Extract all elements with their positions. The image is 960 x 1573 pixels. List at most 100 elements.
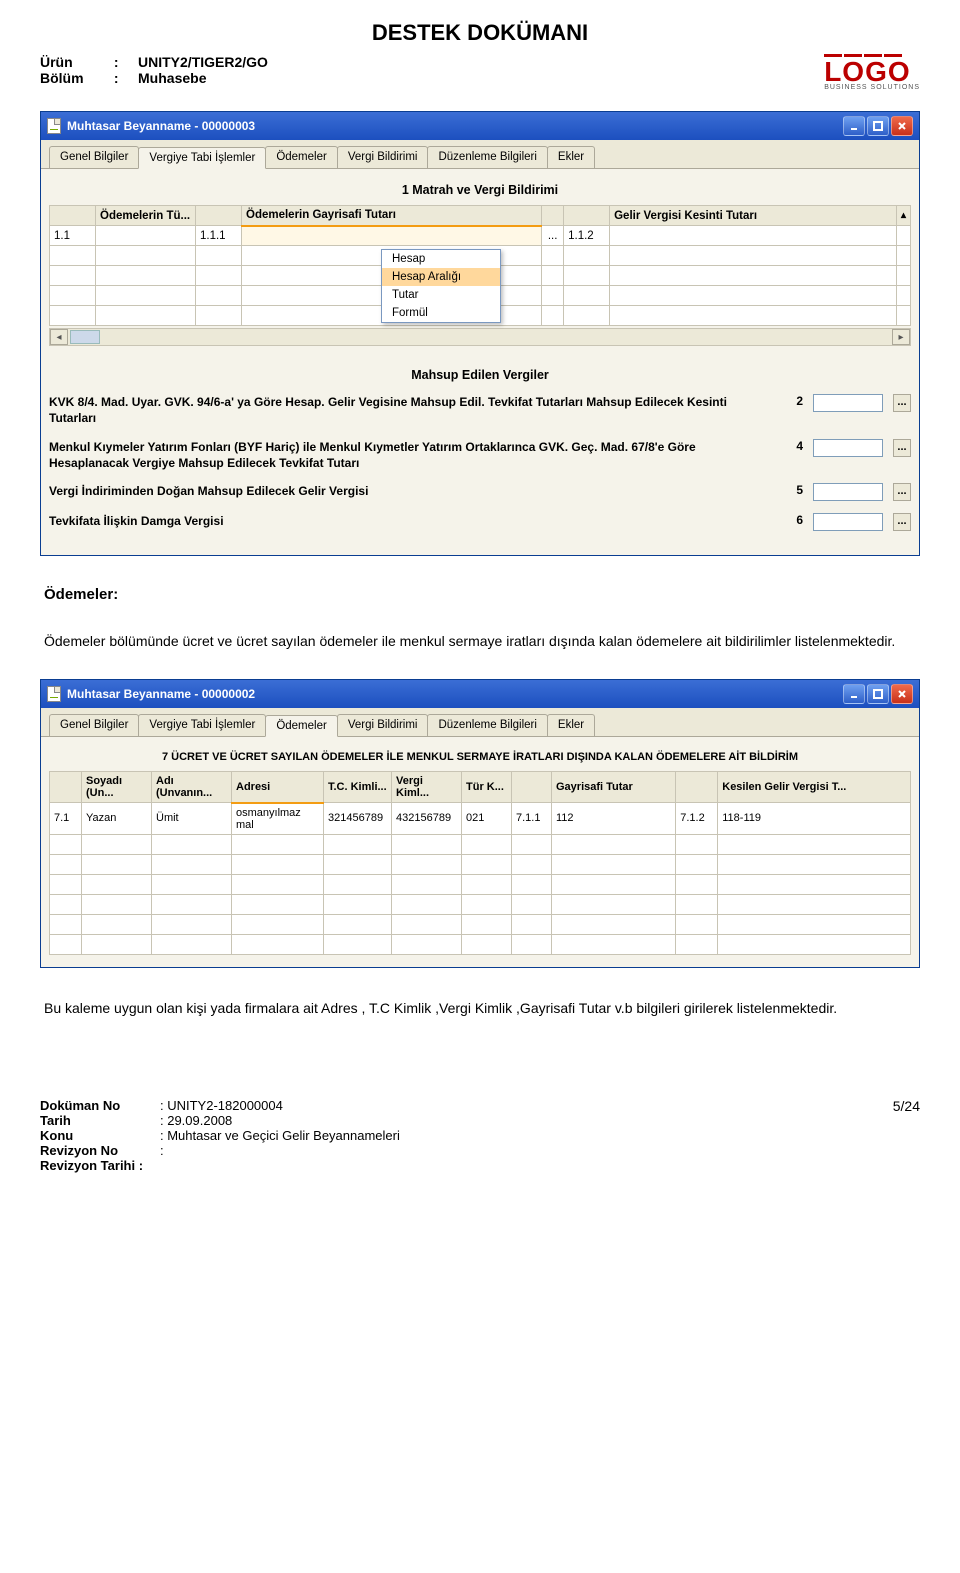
- tab-ekler[interactable]: Ekler: [547, 714, 595, 736]
- cell[interactable]: 432156789: [392, 803, 462, 835]
- col-odemelerin-turu[interactable]: Ödemelerin Tü...: [96, 206, 196, 226]
- minimize-button[interactable]: [843, 684, 865, 704]
- cell[interactable]: osmanyılmaz mal: [232, 803, 324, 835]
- section-title: 1 Matrah ve Vergi Bildirimi: [49, 183, 911, 197]
- table-row[interactable]: 7.1YazanÜmitosmanyılmaz mal3214567894321…: [50, 803, 911, 835]
- form-number: 5: [783, 483, 803, 497]
- close-button[interactable]: [891, 684, 913, 704]
- tab-vergi-bildirimi[interactable]: Vergi Bildirimi: [337, 714, 429, 736]
- tab-vergiye-tabi-i-lemler[interactable]: Vergiye Tabi İşlemler: [138, 714, 266, 736]
- tab-d-zenleme-bilgileri[interactable]: Düzenleme Bilgileri: [427, 714, 547, 736]
- lookup-button[interactable]: ...: [893, 483, 911, 501]
- cell[interactable]: Yazan: [82, 803, 152, 835]
- cell-editing[interactable]: [242, 226, 542, 246]
- maximize-button[interactable]: [867, 684, 889, 704]
- table-row: [50, 874, 911, 894]
- scroll-right-icon[interactable]: ▸: [892, 329, 910, 345]
- bolum-label: Bölüm: [40, 70, 110, 86]
- window-title: Muhtasar Beyanname - 00000002: [67, 687, 255, 701]
- context-menu-item[interactable]: Tutar: [382, 286, 500, 304]
- window-2: Muhtasar Beyanname - 00000002 Genel Bilg…: [40, 679, 920, 968]
- context-menu-item[interactable]: Formül: [382, 304, 500, 322]
- odemeler-body: Ödemeler bölümünde ücret ve ücret sayıla…: [44, 631, 916, 651]
- cell[interactable]: 021: [462, 803, 512, 835]
- dokuman-no: : UNITY2-182000004: [160, 1098, 283, 1113]
- form-input[interactable]: [813, 394, 883, 412]
- column-header[interactable]: Adresi: [232, 772, 324, 803]
- form-label: Vergi İndiriminden Doğan Mahsup Edilecek…: [49, 483, 773, 499]
- close-button[interactable]: [891, 116, 913, 136]
- context-menu-item[interactable]: Hesap Aralığı: [382, 268, 500, 286]
- row-number-header: [50, 206, 96, 226]
- window-title: Muhtasar Beyanname - 00000003: [67, 119, 255, 133]
- cell[interactable]: 7.1.1: [512, 803, 552, 835]
- rev-no: :: [160, 1143, 164, 1158]
- lookup-button[interactable]: ...: [893, 394, 911, 412]
- column-header[interactable]: Gayrisafi Tutar: [552, 772, 676, 803]
- col-gayrisafi-tutar[interactable]: Ödemelerin Gayrisafi Tutarı: [242, 206, 542, 226]
- page-number: 5/24: [893, 1098, 920, 1173]
- form-input[interactable]: [813, 439, 883, 457]
- col-gelir-vergisi-kesinti[interactable]: Gelir Vergisi Kesinti Tutarı: [610, 206, 897, 226]
- konu: : Muhtasar ve Geçici Gelir Beyannameleri: [160, 1128, 400, 1143]
- scroll-up-icon[interactable]: ▴: [896, 206, 910, 226]
- col-blank1: [196, 206, 242, 226]
- tab-vergiye-tabi-i-lemler[interactable]: Vergiye Tabi İşlemler: [138, 147, 266, 169]
- tab--demeler[interactable]: Ödemeler: [265, 146, 338, 168]
- scroll-left-icon[interactable]: ◂: [50, 329, 68, 345]
- maximize-button[interactable]: [867, 116, 889, 136]
- cell: 1.1.2: [564, 226, 610, 246]
- table-row: [50, 894, 911, 914]
- tab-vergi-bildirimi[interactable]: Vergi Bildirimi: [337, 146, 429, 168]
- table-row: [50, 934, 911, 954]
- column-header[interactable]: T.C. Kimli...: [324, 772, 392, 803]
- tab-ekler[interactable]: Ekler: [547, 146, 595, 168]
- column-header[interactable]: Adı (Unvanın...: [152, 772, 232, 803]
- colon: :: [114, 70, 119, 86]
- context-menu-item[interactable]: Hesap: [382, 250, 500, 268]
- tab-d-zenleme-bilgileri[interactable]: Düzenleme Bilgileri: [427, 146, 547, 168]
- horizontal-scrollbar[interactable]: ◂ ▸: [49, 328, 911, 346]
- column-header[interactable]: Kesilen Gelir Vergisi T...: [718, 772, 911, 803]
- cell[interactable]: 112: [552, 803, 676, 835]
- cell[interactable]: 321456789: [324, 803, 392, 835]
- document-icon: [47, 686, 61, 702]
- logo-text: LOGO: [824, 59, 920, 84]
- mahsup-title: Mahsup Edilen Vergiler: [49, 368, 911, 382]
- form-number: 6: [783, 513, 803, 527]
- footer: Doküman No: UNITY2-182000004 Tarih: 29.0…: [40, 1098, 920, 1173]
- column-header[interactable]: Tür K...: [462, 772, 512, 803]
- minimize-button[interactable]: [843, 116, 865, 136]
- cell[interactable]: 7.1: [50, 803, 82, 835]
- form-input[interactable]: [813, 483, 883, 501]
- tab-bar: Genel BilgilerVergiye Tabi İşlemlerÖdeme…: [41, 140, 919, 169]
- table-row: [50, 914, 911, 934]
- logo: LOGO BUSINESS SOLUTIONS: [824, 54, 920, 91]
- lookup-button[interactable]: ...: [893, 439, 911, 457]
- odemeler-heading: Ödemeler:: [44, 586, 916, 603]
- grid-odemeler[interactable]: Soyadı (Un...Adı (Unvanın...AdresiT.C. K…: [49, 771, 911, 955]
- column-header[interactable]: Vergi Kiml...: [392, 772, 462, 803]
- column-header[interactable]: [50, 772, 82, 803]
- table-row[interactable]: 1.1 1.1.1 ... 1.1.2: [50, 226, 911, 246]
- titlebar[interactable]: Muhtasar Beyanname - 00000003: [41, 112, 919, 140]
- tab-genel-bilgiler[interactable]: Genel Bilgiler: [49, 146, 139, 168]
- column-header[interactable]: Soyadı (Un...: [82, 772, 152, 803]
- cell[interactable]: 118-119: [718, 803, 911, 835]
- form-label: Menkul Kıymeler Yatırım Fonları (BYF Har…: [49, 439, 773, 471]
- cell[interactable]: 7.1.2: [676, 803, 718, 835]
- doc-title: DESTEK DOKÜMANI: [40, 20, 920, 46]
- context-menu[interactable]: HesapHesap AralığıTutarFormül: [381, 249, 501, 323]
- tab-genel-bilgiler[interactable]: Genel Bilgiler: [49, 714, 139, 736]
- cell-dots[interactable]: ...: [542, 226, 564, 246]
- cell[interactable]: Ümit: [152, 803, 232, 835]
- tab--demeler[interactable]: Ödemeler: [265, 715, 338, 737]
- column-header[interactable]: [512, 772, 552, 803]
- titlebar[interactable]: Muhtasar Beyanname - 00000002: [41, 680, 919, 708]
- column-header[interactable]: [676, 772, 718, 803]
- form-input[interactable]: [813, 513, 883, 531]
- tarih-label: Tarih: [40, 1113, 160, 1128]
- scroll-thumb[interactable]: [70, 330, 100, 344]
- lookup-button[interactable]: ...: [893, 513, 911, 531]
- cell: 1.1: [50, 226, 96, 246]
